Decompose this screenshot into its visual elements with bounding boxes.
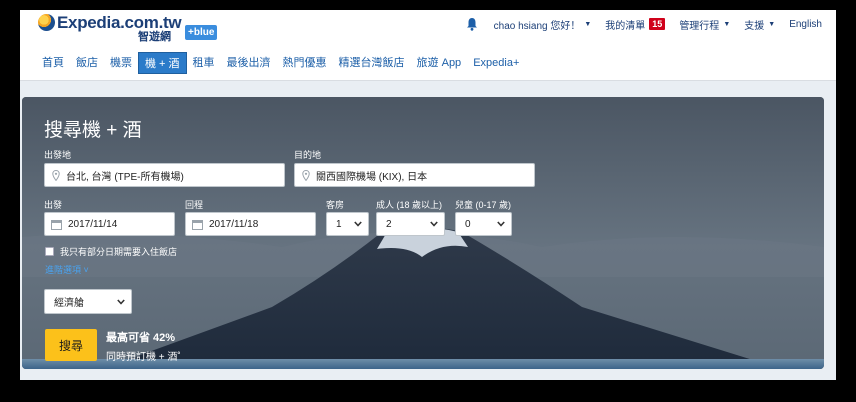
chevron-down-icon: [354, 221, 362, 227]
tab-travel-app[interactable]: 旅遊 App: [411, 52, 468, 74]
user-greeting: chao hsiang 您好！: [493, 20, 581, 32]
chevron-down-icon: ▼: [723, 20, 731, 28]
rooms-label: 客房: [326, 200, 345, 210]
language-link[interactable]: English: [789, 19, 822, 30]
manage-trips-menu[interactable]: 管理行程 ▼: [679, 17, 730, 32]
depart-label: 出發: [44, 200, 63, 210]
destination-input[interactable]: 關西國際機場 (KIX), 日本: [294, 163, 535, 187]
globe-icon: [38, 14, 55, 31]
cabin-class-value: 經濟艙: [54, 298, 84, 309]
chevron-down-icon: [430, 221, 438, 227]
promo-subtext: 同時預訂機 + 酒˚: [106, 352, 181, 363]
location-pin-icon: [302, 169, 310, 181]
user-menu[interactable]: chao hsiang 您好！ ▼: [494, 17, 592, 32]
chevron-down-icon: ▼: [768, 20, 776, 28]
my-list-label: 我的清單: [605, 20, 646, 32]
manage-trips-label: 管理行程: [679, 20, 720, 32]
rooms-select[interactable]: 1: [326, 212, 369, 236]
search-button[interactable]: 搜尋: [45, 329, 97, 361]
adults-value: 2: [386, 218, 392, 230]
origin-input[interactable]: 台北, 台灣 (TPE-所有機場): [44, 163, 285, 187]
children-select[interactable]: 0: [455, 212, 512, 236]
tab-car-rental[interactable]: 租車: [187, 52, 221, 74]
my-list-count-badge: 15: [649, 18, 666, 30]
tab-deals[interactable]: 熱門優惠: [277, 52, 333, 74]
savings-promo: 最高可省 42% 同時預訂機 + 酒˚: [106, 329, 181, 363]
return-date-input[interactable]: 2017/11/18: [185, 212, 316, 236]
adults-label: 成人 (18 歲以上): [376, 200, 443, 210]
cabin-class-select[interactable]: 經濟艙: [44, 289, 132, 314]
my-list-link[interactable]: 我的清單 15: [605, 17, 666, 32]
origin-label: 出發地: [44, 150, 72, 160]
search-title: 搜尋機 + 酒: [44, 120, 142, 141]
return-label: 回程: [185, 200, 204, 210]
calendar-icon: [192, 219, 203, 230]
partial-hotel-option[interactable]: 我只有部分日期需要入住飯店: [45, 245, 177, 258]
main-nav: 首頁 飯店 機票 機 + 酒 租車 最後出濟 熱門優惠 精選台灣飯店 旅遊 Ap…: [36, 52, 525, 74]
calendar-icon: [51, 219, 62, 230]
account-nav: chao hsiang 您好！ ▼ 我的清單 15 管理行程 ▼ 支援 ▼ En…: [466, 16, 822, 32]
hero-section: 搜尋機 + 酒 出發地 台北, 台灣 (TPE-所有機場) 目的地 關西國際機場…: [20, 81, 836, 380]
adults-select[interactable]: 2: [376, 212, 445, 236]
tab-flight-hotel[interactable]: 機 + 酒: [138, 52, 187, 74]
support-label: 支援: [744, 20, 765, 32]
destination-value: 關西國際機場 (KIX), 日本: [316, 171, 428, 183]
chevron-down-icon: [497, 221, 505, 227]
rooms-value: 1: [336, 218, 342, 230]
children-label: 兒童 (0-17 歲): [455, 200, 512, 210]
advanced-options-link[interactable]: 進階選項 ˅: [45, 263, 89, 276]
depart-date-value: 2017/11/14: [68, 218, 118, 230]
tab-home[interactable]: 首頁: [36, 52, 70, 74]
tab-last-minute[interactable]: 最後出濟: [221, 52, 277, 74]
depart-date-input[interactable]: 2017/11/14: [44, 212, 175, 236]
expedia-logo[interactable]: Expedia.com.tw 智遊網 +blue: [38, 13, 218, 47]
brand-subtitle: 智遊網: [138, 31, 171, 43]
location-pin-icon: [52, 169, 60, 181]
tab-expedia-plus[interactable]: Expedia+: [467, 52, 525, 74]
origin-value: 台北, 台灣 (TPE-所有機場): [66, 171, 184, 183]
children-value: 0: [465, 218, 471, 230]
tab-flights[interactable]: 機票: [104, 52, 138, 74]
checkbox-icon[interactable]: [45, 247, 54, 256]
tab-taiwan-hotels[interactable]: 精選台灣飯店: [333, 52, 411, 74]
bell-icon[interactable]: [466, 17, 478, 31]
return-date-value: 2017/11/18: [209, 218, 259, 230]
support-menu[interactable]: 支援 ▼: [744, 17, 775, 32]
partial-hotel-label: 我只有部分日期需要入住飯店: [60, 247, 178, 257]
promo-headline: 最高可省 42%: [106, 332, 176, 344]
browser-window: Expedia.com.tw 智遊網 +blue chao hsiang 您好！…: [20, 10, 836, 380]
tab-hotels[interactable]: 飯店: [70, 52, 104, 74]
chevron-down-icon: [117, 298, 125, 305]
chevron-down-icon: ▼: [584, 20, 592, 28]
search-panel: 搜尋機 + 酒 出發地 台北, 台灣 (TPE-所有機場) 目的地 關西國際機場…: [22, 97, 824, 369]
plus-blue-badge[interactable]: +blue: [185, 25, 218, 40]
destination-label: 目的地: [294, 150, 322, 160]
